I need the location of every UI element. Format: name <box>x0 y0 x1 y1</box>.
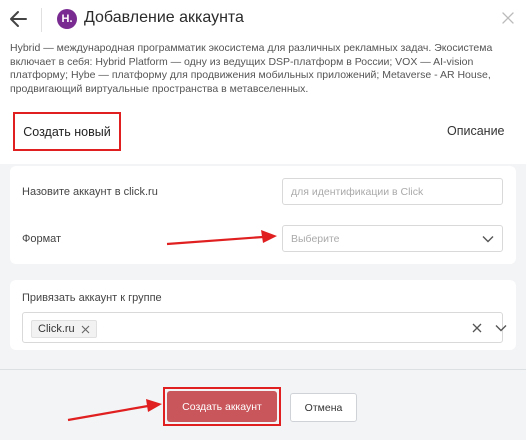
cancel-button[interactable]: Отмена <box>290 393 357 422</box>
close-icon[interactable] <box>500 10 516 26</box>
account-name-label: Назовите аккаунт в click.ru <box>22 186 158 198</box>
footer-divider <box>0 369 526 370</box>
chevron-down-icon <box>482 236 494 243</box>
platform-description: Hybrid — международная программатик экос… <box>10 42 493 95</box>
clear-icon[interactable] <box>472 323 482 333</box>
account-form-card: Назовите аккаунт в click.ru для идентифи… <box>10 166 516 264</box>
account-name-placeholder: для идентификации в Click <box>291 185 424 198</box>
hybrid-logo: H. <box>57 9 77 29</box>
group-tag: Click.ru <box>31 320 97 338</box>
account-name-input[interactable]: для идентификации в Click <box>282 178 503 205</box>
tab-description[interactable]: Описание <box>447 124 505 138</box>
description-section: Hybrid — международная программатик экос… <box>0 38 526 100</box>
dialog-title: Добавление аккаунта <box>84 9 244 26</box>
back-arrow-icon[interactable] <box>6 6 32 32</box>
format-label: Формат <box>22 233 62 245</box>
chevron-down-icon[interactable] <box>495 324 507 332</box>
annotation-arrow-create <box>67 399 162 422</box>
group-select[interactable]: Click.ru <box>22 312 507 343</box>
dialog-header: H. Добавление аккаунта <box>0 0 526 38</box>
tag-remove-icon[interactable] <box>81 325 90 334</box>
format-select[interactable]: Выберите <box>282 225 503 252</box>
add-account-dialog: H. Добавление аккаунта Hybrid — междунар… <box>0 0 526 440</box>
group-card: Привязать аккаунт к группе Click.ru <box>10 280 516 350</box>
tabs-bar: Создать новый Описание <box>0 100 526 164</box>
annotation-arrow-format <box>166 230 277 246</box>
group-tag-label: Click.ru <box>38 323 75 335</box>
tab-create-new[interactable]: Создать новый <box>13 112 121 151</box>
create-account-button[interactable]: Создать аккаунт <box>167 391 277 422</box>
format-placeholder: Выберите <box>291 232 340 245</box>
header-divider <box>41 8 42 32</box>
group-label: Привязать аккаунт к группе <box>22 292 162 304</box>
